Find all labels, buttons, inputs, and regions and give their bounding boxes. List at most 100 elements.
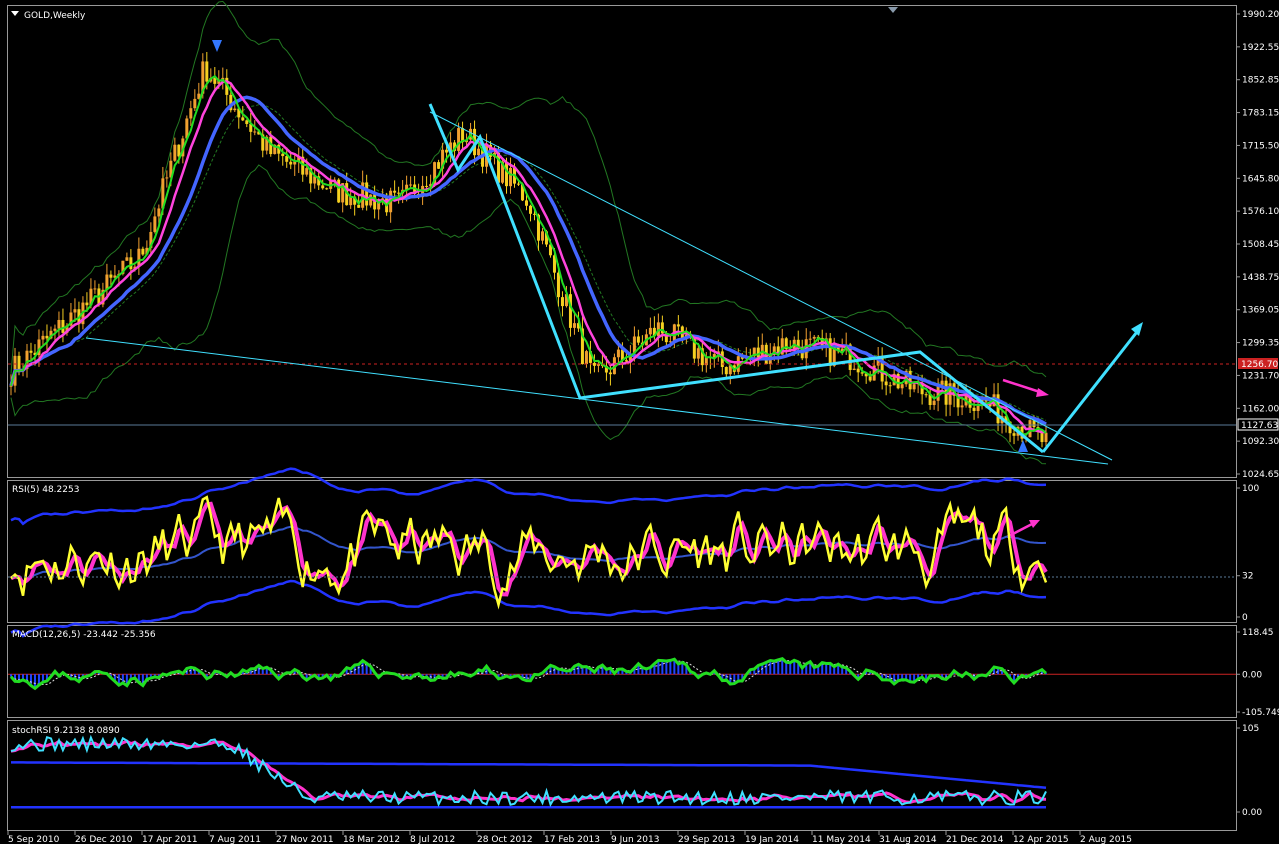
candle-body [912, 384, 916, 390]
candle-body [509, 167, 513, 187]
rsi-title: RSI(5) 48.2253 [12, 485, 79, 495]
candle-body [856, 368, 860, 373]
price-axis: 1990.20 1922.55 1852.85 1783.15 1715.50 1645.… [1236, 10, 1279, 480]
main-panel [7, 5, 1237, 478]
candle-body [636, 336, 640, 343]
candle-body [253, 131, 257, 133]
candle-body [648, 327, 652, 335]
time-tick-label: 17 Feb 2013 [544, 835, 600, 844]
price-tick-label: 1922.55 [1242, 43, 1279, 53]
candle-body [365, 182, 369, 206]
time-tick-label: 7 Aug 2011 [209, 835, 261, 844]
time-tick-label: 28 Oct 2012 [477, 835, 533, 844]
panel-tick-label: -105.749 [1242, 708, 1279, 718]
candle-body [53, 328, 57, 331]
candle-body [940, 380, 944, 385]
price-tick-label: 1508.45 [1242, 240, 1279, 250]
candle-body [736, 356, 740, 372]
candle-body [696, 348, 700, 359]
candle-body [189, 108, 193, 119]
panel-tick-label: 118.45 [1242, 628, 1274, 638]
candle-body [517, 183, 521, 185]
candle-body [972, 407, 976, 411]
candle-body [884, 381, 888, 386]
candle-body [153, 216, 157, 232]
trading-chart[interactable]: 1990.20 1922.55 1852.85 1783.15 1715.50 1645.… [0, 0, 1279, 844]
macd-title: MACD(12,26,5) -23.442 -25.356 [12, 630, 156, 640]
candle-body [900, 384, 904, 389]
candle-body [425, 185, 429, 187]
panel-tick-label: 32 [1242, 572, 1253, 582]
time-tick-label: 8 Jul 2012 [410, 835, 455, 844]
candle-body [409, 184, 413, 186]
candle-body [457, 128, 461, 151]
time-tick-label: 29 Sep 2013 [678, 835, 735, 844]
candle-body [109, 274, 113, 278]
candle-body [976, 406, 980, 411]
candle-body [592, 362, 596, 366]
candle-body [852, 368, 856, 370]
candle-body [812, 336, 816, 339]
time-tick-label: 5 Sep 2010 [8, 835, 60, 844]
price-tick-label: 1162.00 [1242, 404, 1279, 414]
candle-body [193, 98, 197, 109]
candle-body [173, 144, 177, 161]
candle-body [325, 188, 329, 190]
time-tick-label: 11 May 2014 [812, 835, 871, 844]
candle-body [572, 323, 576, 328]
candle-body [45, 335, 49, 339]
candle-body [129, 257, 133, 270]
candle-body [165, 177, 169, 179]
candle-body [505, 161, 509, 187]
candle-body [528, 205, 532, 214]
candle-body [624, 360, 628, 362]
rsi-panel [7, 480, 1237, 623]
candle-body [808, 338, 812, 340]
price-tick-label: 1990.20 [1242, 10, 1279, 20]
candle-body [57, 319, 61, 329]
candle-body [616, 349, 620, 358]
candle-body [41, 335, 45, 340]
candle-body [676, 324, 680, 327]
alert-price-label: 1256.70 [1241, 360, 1278, 370]
candle-body [241, 117, 245, 121]
price-tick-label: 1645.80 [1242, 174, 1279, 184]
candle-body [321, 185, 325, 189]
time-tick-label: 26 Dec 2010 [75, 835, 133, 844]
panel-tick-label: 0 [1242, 613, 1248, 623]
panel-tick-label: 0.00 [1242, 808, 1262, 818]
candle-body [560, 297, 564, 307]
time-tick-label: 27 Nov 2011 [276, 835, 334, 844]
time-tick-label: 21 Dec 2014 [946, 835, 1004, 844]
price-tick-label: 1715.50 [1242, 141, 1279, 151]
candle-body [29, 350, 33, 353]
price-tick-label: 1438.75 [1242, 273, 1279, 283]
candle-body [445, 149, 449, 153]
time-tick-label: 18 Mar 2012 [343, 835, 400, 844]
stochrsi-axis: 105 0.00 [1236, 724, 1262, 818]
chart-title: GOLD,Weekly [24, 11, 86, 21]
time-tick-label: 2 Aug 2015 [1080, 835, 1132, 844]
candle-body [932, 400, 936, 405]
candle-body [17, 355, 21, 371]
price-tick-label: 1783.15 [1242, 109, 1279, 119]
candle-body [125, 257, 129, 261]
candle-body [61, 319, 65, 333]
panel-tick-label: 0.00 [1242, 670, 1262, 680]
time-tick-label: 9 Jun 2013 [611, 835, 659, 844]
candle-body [1044, 432, 1048, 443]
price-tick-label: 1024.65 [1242, 470, 1279, 480]
stochrsi-title: stochRSI 9.2138 8.0890 [12, 726, 120, 736]
time-tick-label: 12 Apr 2015 [1013, 835, 1069, 844]
price-tick-label: 1852.85 [1242, 76, 1279, 86]
candle-body [556, 272, 560, 298]
candle-body [157, 208, 161, 217]
time-tick-label: 19 Jan 2014 [745, 835, 799, 844]
candle-body [477, 148, 481, 156]
candle-body [233, 108, 237, 111]
time-tick-label: 17 Apr 2011 [142, 835, 198, 844]
candle-body [397, 192, 401, 194]
candle-body [93, 288, 97, 290]
candle-body [828, 338, 832, 366]
candle-body [141, 248, 145, 255]
